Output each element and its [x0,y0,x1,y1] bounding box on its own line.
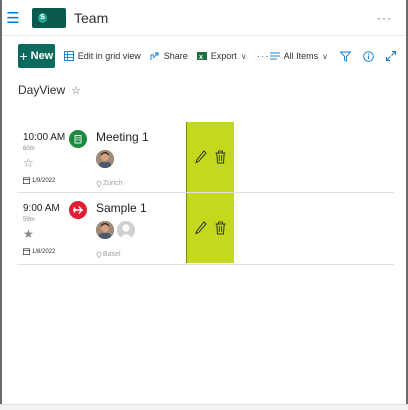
list-item[interactable]: 10:00 AM 60m ☆ 1/9/2022 Meeting 1 Zürich [17,122,394,193]
excel-icon: x [196,52,207,61]
event-time: 9:00 AM [23,203,60,214]
chevron-down-icon: ∨ [240,51,247,61]
new-button-label: New [30,50,54,62]
page-title-row: DayView ☆ [18,83,81,97]
location-pin-icon [96,251,102,258]
avatar[interactable] [96,221,114,239]
edit-pencil-icon[interactable] [195,221,207,235]
favorite-star-icon[interactable]: ☆ [71,84,81,97]
share-icon [150,52,159,60]
day-view-list: 10:00 AM 60m ☆ 1/9/2022 Meeting 1 Zürich… [17,122,394,265]
view-selector-label: All Items [283,51,319,61]
app-launcher-menu-icon[interactable]: ☰ [2,0,24,36]
event-location: Basel [96,251,121,258]
event-date-label: 1/8/2022 [32,248,56,255]
expand-icon[interactable] [386,51,396,61]
event-date-label: 1/9/2022 [32,177,56,184]
plus-icon: + [19,48,28,64]
attendee-list [96,150,114,168]
event-duration: 59m [23,217,35,223]
logo-letter: s [40,10,46,21]
site-header: ☰ s Team ··· [2,0,406,36]
calendar-icon [23,248,30,255]
share-label: Share [163,51,188,61]
event-date: 1/9/2022 [23,177,55,184]
share-button[interactable]: Share [150,51,188,61]
event-time: 10:00 AM [23,132,66,143]
list-item[interactable]: 9:00 AM 59m ★ 1/8/2022 Sample 1 Basel [17,193,394,265]
airplane-icon [69,201,87,219]
event-date: 1/8/2022 [23,248,55,255]
location-pin-icon [96,180,102,187]
item-favorite-star-icon[interactable]: ☆ [23,156,34,170]
filter-icon[interactable] [340,51,351,62]
item-favorite-star-icon[interactable]: ★ [23,227,34,241]
event-title[interactable]: Sample 1 [96,201,147,215]
calendar-icon [23,177,30,184]
avatar[interactable] [96,150,114,168]
page-title: DayView [18,83,66,97]
event-location: Zürich [96,180,122,187]
item-actions [186,193,234,263]
event-location-label: Zürich [103,180,123,187]
info-icon[interactable] [363,50,374,62]
event-title[interactable]: Meeting 1 [96,130,149,144]
building-icon [69,130,87,148]
command-bar: + New Edit in grid view Share x Export ∨… [2,40,406,72]
delete-trash-icon[interactable] [215,150,226,164]
event-duration: 60m [23,146,35,152]
chevron-down-icon: ∨ [322,51,328,61]
avatar-placeholder[interactable] [117,221,135,239]
grid-icon [63,51,74,61]
export-button[interactable]: x Export ∨ [196,51,247,61]
edit-grid-view-button[interactable]: Edit in grid view [63,51,141,61]
export-label: Export [210,51,237,61]
site-title[interactable]: Team [74,10,108,26]
edit-pencil-icon[interactable] [195,150,207,164]
event-location-label: Basel [103,251,121,258]
attendee-list [96,221,135,239]
command-more-button[interactable]: ··· [257,51,270,62]
svg-text:x: x [199,54,203,61]
view-selector[interactable]: All Items ∨ [269,51,328,61]
view-list-icon [269,52,280,60]
new-button[interactable]: + New [18,44,55,68]
header-more-button[interactable]: ··· [377,11,392,25]
site-logo[interactable]: s [32,7,66,28]
window-bottom-border [0,404,408,410]
delete-trash-icon[interactable] [215,221,226,235]
edit-grid-view-label: Edit in grid view [77,51,141,61]
item-actions [186,122,234,192]
